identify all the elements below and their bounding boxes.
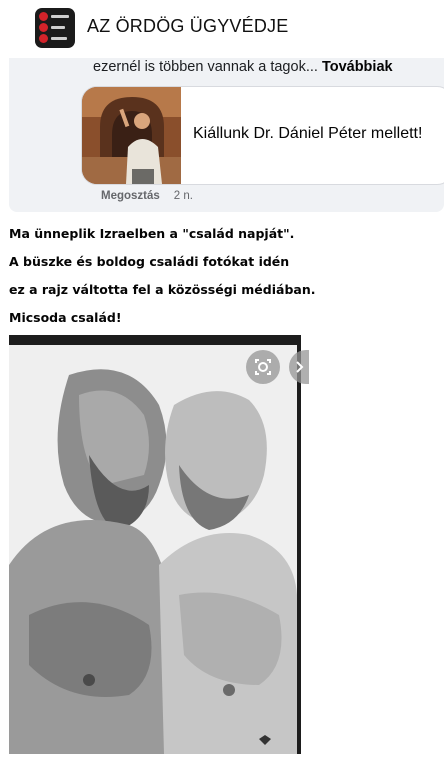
post-actions: Megosztás 2 n. [101, 190, 193, 202]
link-preview-thumbnail [82, 87, 181, 184]
post-timestamp[interactable]: 2 n. [174, 190, 193, 202]
post-text-line-4: Micsoda család! [9, 310, 122, 325]
shared-post-body: ezernél is többen vannak a tagok... [93, 59, 322, 75]
page-logo-icon[interactable] [35, 8, 75, 48]
post-image[interactable] [9, 335, 301, 754]
link-preview-title: Kiállunk Dr. Dániel Péter mellett! [193, 125, 423, 142]
next-image-button[interactable] [289, 350, 309, 384]
post-text-line-2: A büszke és boldog családi fotókat idén [9, 254, 290, 269]
page-name[interactable]: AZ ÖRDÖG ÜGYVÉDJE [87, 16, 288, 37]
link-preview[interactable]: Kiállunk Dr. Dániel Péter mellett! [81, 86, 444, 185]
chevron-right-icon [296, 361, 304, 373]
see-more-link[interactable]: Továbbiak [322, 59, 393, 75]
shared-post-text: ezernél is többen vannak a tagok... Tová… [93, 59, 393, 75]
visual-search-icon [255, 359, 271, 375]
page-header: AZ ÖRDÖG ÜGYVÉDJE [0, 0, 444, 58]
share-button[interactable]: Megosztás [101, 190, 160, 202]
visual-search-button[interactable] [246, 350, 280, 384]
post-text-line-3: ez a rajz váltotta fel a közösségi médiá… [9, 282, 316, 297]
post-text-line-1: Ma ünneplik Izraelben a "család napját". [9, 226, 295, 241]
